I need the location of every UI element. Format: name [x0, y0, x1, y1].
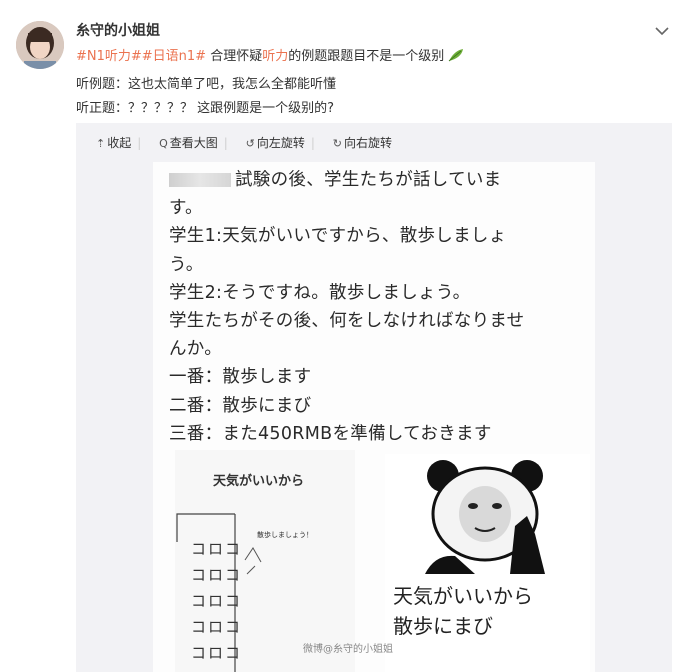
post-line-question: 听正题：？？？？？ 这跟例题是一个级别的?: [76, 101, 335, 116]
collapse-button[interactable]: ⇡ 收起 |: [96, 134, 141, 151]
image-line: んか。: [169, 339, 223, 360]
collapse-label: 收起: [107, 136, 132, 150]
comic-window-row: コロコ: [191, 618, 243, 636]
comic-window-row: コロコ: [191, 592, 243, 610]
post-line-example: 听例题：这也太简单了吧，我怎么全都能听懂: [76, 77, 337, 92]
image-line: す。: [169, 198, 203, 219]
redacted-blur: [169, 173, 231, 187]
comic-title: 天気がいいから: [213, 474, 305, 489]
collapse-icon: ⇡: [96, 137, 106, 150]
image-line: 学生1:天気がいいですから、散歩しましょ: [169, 226, 507, 247]
comic-window-row: コロコ: [191, 644, 243, 662]
topic-tag-japanese-n1[interactable]: #日语n1#: [142, 49, 206, 64]
rotate-left-icon: ↺: [245, 137, 255, 150]
image-line: 学生たちがその後、何をしなければなりませ: [169, 311, 525, 332]
avatar-image: [16, 21, 64, 69]
post-text-part: 的例题跟题目不是一个级别: [288, 49, 445, 64]
comic-panel: 天気がいいから 散歩しましょう！ コロコ コロコ コロコ コロコ コロコ: [175, 450, 355, 672]
image-line: 一番：散歩します: [169, 367, 312, 388]
post-text: #N1听力##日语n1# 合理怀疑听力的例题跟题目不是一个级别: [76, 45, 465, 64]
comic-window-row: コロコ: [191, 540, 243, 558]
comic-window-row: コロコ: [191, 566, 243, 584]
rotate-right-icon: ↻: [332, 137, 342, 150]
avatar[interactable]: [16, 21, 64, 69]
rotate-left-label: 向左旋转: [256, 136, 305, 150]
leaf-emoji-icon: [448, 49, 464, 62]
chevron-down-icon[interactable]: [653, 22, 671, 40]
media-toolbar: ⇡ 收起 | Q 查看大图 | ↺ 向左旋转 | ↻ 向右旋转: [96, 134, 406, 151]
image-line: 二番：散歩にまび: [169, 395, 312, 416]
meme-caption: 散歩にまび: [393, 614, 493, 638]
post-text-highlight: 听力: [262, 49, 289, 64]
image-line: 試験の後、学生たちが話していま: [235, 170, 502, 190]
search-icon: Q: [159, 137, 168, 150]
image-line: 三番：また450RMBを準備しておきます: [169, 423, 492, 444]
image-line: 学生2:そうですね。散歩しましょう。: [169, 282, 471, 303]
rotate-left-button[interactable]: ↺ 向左旋转 |: [246, 134, 315, 151]
rotate-right-button[interactable]: ↻ 向右旋转: [333, 134, 392, 151]
view-large-button[interactable]: Q 查看大图 |: [159, 134, 228, 151]
topic-tag-n1-listening[interactable]: #N1听力#: [76, 49, 142, 64]
post-image[interactable]: 試験の後、学生たちが話していま す。 学生1:天気がいいですから、散歩しましょ …: [153, 162, 595, 672]
post-text-part: 合理怀疑: [206, 49, 263, 64]
image-line: う。: [169, 254, 204, 275]
meme-caption: 天気がいいから: [393, 584, 533, 608]
username[interactable]: 糸守的小姐姐: [76, 20, 160, 40]
rotate-right-label: 向右旋转: [344, 136, 393, 150]
watermark: 微博@糸守的小姐姐: [303, 644, 393, 655]
image-text: 試験の後、学生たちが話していま す。 学生1:天気がいいですから、散歩しましょ …: [169, 166, 524, 448]
meme-panel: 天気がいいから 散歩にまび: [385, 454, 590, 672]
view-large-label: 查看大图: [169, 136, 218, 150]
panda-meme-icon: [425, 460, 545, 574]
comic-speech: 散歩しましょう！: [257, 531, 313, 539]
